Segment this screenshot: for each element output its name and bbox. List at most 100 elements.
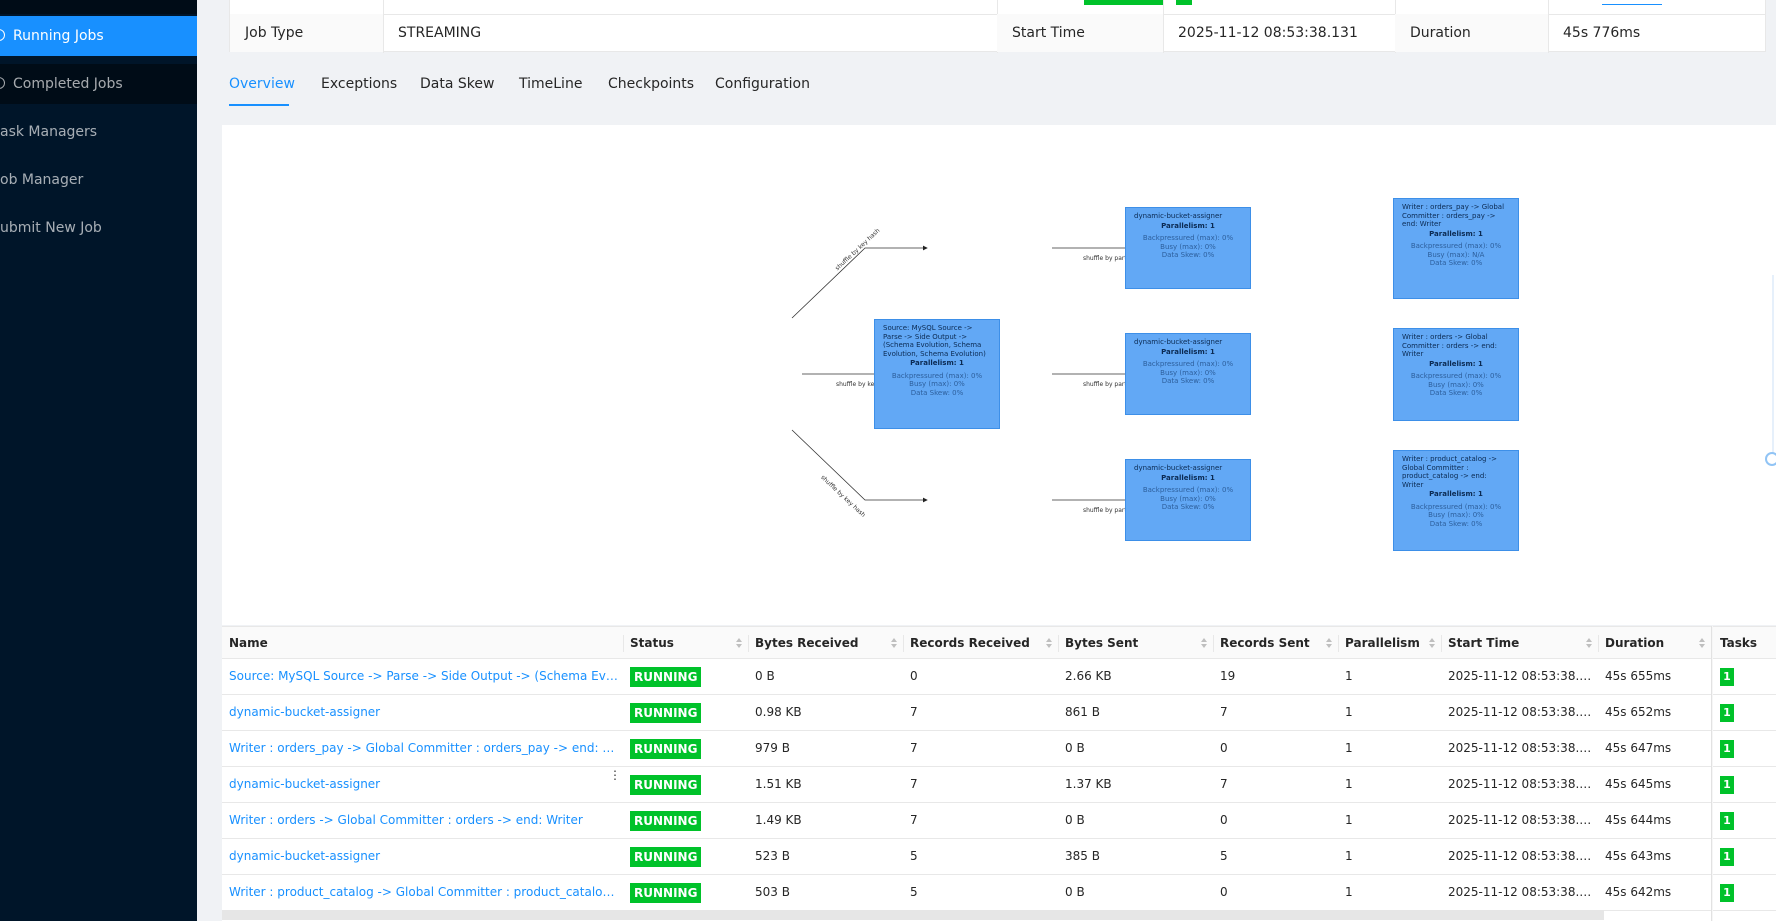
cell-records-sent: 19 xyxy=(1220,669,1236,683)
column-header-label: Records Sent xyxy=(1220,636,1310,650)
tab-overview[interactable]: Overview xyxy=(229,66,295,106)
cell-records-received: 5 xyxy=(910,849,918,863)
column-header-tasks[interactable]: Tasks xyxy=(1713,627,1776,660)
tab-checkpoints[interactable]: Checkpoints xyxy=(608,66,694,106)
node-title: Source: MySQL Source -> Parse -> Side Ou… xyxy=(883,324,986,358)
cell-records-received: 0 xyxy=(910,669,918,683)
cell-duration: 45s 652ms xyxy=(1605,705,1672,719)
node-title: Writer : orders -> Global Committer : or… xyxy=(1402,333,1497,358)
task-count-badge[interactable]: 1 xyxy=(1720,667,1734,686)
node-parallelism: Parallelism: 1 xyxy=(1161,347,1215,356)
column-header-records-received[interactable]: Records Received xyxy=(903,627,1058,660)
table-row[interactable]: Writer : orders -> Global Committer : or… xyxy=(222,803,1776,839)
sort-icon[interactable] xyxy=(736,638,742,648)
zoom-slider-track[interactable] xyxy=(1772,275,1774,465)
table-row[interactable]: Writer : product_catalog -> Global Commi… xyxy=(222,875,1776,911)
sidebar-item-job-manager[interactable]: ob Manager xyxy=(0,160,197,200)
node-stat-backpressure: Backpressured (max): 0% xyxy=(891,371,983,380)
duration-value: 45s 776ms xyxy=(1563,25,1641,41)
task-count-badge[interactable]: 1 xyxy=(1720,739,1734,758)
tab-exceptions[interactable]: Exceptions xyxy=(321,66,397,106)
table-row[interactable]: dynamic-bucket-assigner RUNNING 0.98 KB 7 86… xyxy=(222,695,1776,731)
node-stat-busy: Busy (max): 0% xyxy=(1160,242,1216,251)
divider xyxy=(623,635,624,652)
fixed-column-shadow xyxy=(1711,626,1713,921)
table-row[interactable]: dynamic-bucket-assigner RUNNING 1.51 KB 7 1.… xyxy=(222,767,1776,803)
graph-node-writer-orders[interactable]: Writer : orders -> Global Committer : or… xyxy=(1393,328,1519,421)
cell-parallelism: 1 xyxy=(1345,849,1353,863)
graph-node-source[interactable]: Source: MySQL Source -> Parse -> Side Ou… xyxy=(874,319,1000,429)
task-count-badge[interactable]: 1 xyxy=(1720,811,1734,830)
table-row[interactable]: Source: MySQL Source -> Parse -> Side Ou… xyxy=(222,659,1776,695)
cell-name[interactable]: Writer : product_catalog -> Global Commi… xyxy=(222,875,622,910)
graph-node-assigner-1[interactable]: dynamic-bucket-assigner Parallelism: 1 B… xyxy=(1125,207,1251,289)
table-row[interactable]: Writer : orders_pay -> Global Committer … xyxy=(222,731,1776,767)
node-stat-busy: Busy (max): 0% xyxy=(1428,511,1484,519)
sidebar-item-submit-new-job[interactable]: ubmit New Job xyxy=(0,208,197,248)
column-header-records-sent[interactable]: Records Sent xyxy=(1213,627,1338,660)
task-count-badge[interactable]: 1 xyxy=(1720,775,1734,794)
node-stat-data-skew: Data Skew: 0% xyxy=(1161,251,1215,259)
task-count-badge[interactable]: 1 xyxy=(1720,703,1734,722)
cell-parallelism: 1 xyxy=(1345,777,1353,791)
column-header-bytes-received[interactable]: Bytes Received xyxy=(748,627,903,660)
sort-icon[interactable] xyxy=(1201,638,1207,648)
divider xyxy=(1058,635,1059,652)
column-header-duration[interactable]: Duration xyxy=(1598,627,1711,660)
node-stat-data-skew: Data Skew: 0% xyxy=(910,388,964,397)
cell-name[interactable]: Writer : orders_pay -> Global Committer … xyxy=(222,731,622,766)
graph-node-assigner-2[interactable]: dynamic-bucket-assigner Parallelism: 1 B… xyxy=(1125,333,1251,415)
graph-node-writer-product-catalog[interactable]: Writer : product_catalog -> Global Commi… xyxy=(1393,450,1519,551)
cell-records-sent: 7 xyxy=(1220,777,1228,791)
column-header-bytes-sent[interactable]: Bytes Sent xyxy=(1058,627,1213,660)
node-stat-busy: Busy (max): N/A xyxy=(1427,250,1485,259)
tab-configuration[interactable]: Configuration xyxy=(715,66,810,106)
sort-icon[interactable] xyxy=(1586,638,1592,648)
cell-name[interactable]: dynamic-bucket-assigner xyxy=(222,839,622,874)
sidebar-item-completed-jobs[interactable]: Completed Jobs xyxy=(0,64,197,104)
column-resize-handle[interactable]: ⋮ xyxy=(609,768,621,782)
cell-bytes-sent: 861 B xyxy=(1065,705,1100,719)
sort-icon[interactable] xyxy=(1046,638,1052,648)
column-header-start-time[interactable]: Start Time xyxy=(1441,627,1598,660)
sort-icon[interactable] xyxy=(1699,638,1705,648)
cell-duration: 45s 645ms xyxy=(1605,777,1672,791)
task-count-badge[interactable]: 1 xyxy=(1720,847,1734,866)
cell-status: RUNNING xyxy=(623,875,748,910)
sidebar-item-task-managers[interactable]: ask Managers xyxy=(0,112,197,152)
horizontal-scrollbar[interactable] xyxy=(222,910,1604,920)
cell-records-sent: 7 xyxy=(1220,705,1228,719)
job-graph-canvas[interactable]: shuffle by key hash shuffle by key hash … xyxy=(222,125,1776,625)
cell-name[interactable]: dynamic-bucket-assigner xyxy=(222,767,622,802)
task-count-badge[interactable]: 1 xyxy=(1720,883,1734,902)
sort-icon[interactable] xyxy=(891,638,897,648)
cell-name[interactable]: Writer : orders -> Global Committer : or… xyxy=(222,803,622,838)
status-badge: RUNNING xyxy=(630,738,702,759)
cell-status: RUNNING xyxy=(623,695,748,730)
divider xyxy=(903,635,904,652)
cell-name[interactable]: Source: MySQL Source -> Parse -> Side Ou… xyxy=(222,659,622,694)
column-header-name[interactable]: Name xyxy=(222,627,622,660)
divider xyxy=(1598,635,1599,652)
sort-icon[interactable] xyxy=(1429,638,1435,648)
column-header-parallelism[interactable]: Parallelism xyxy=(1338,627,1441,660)
table-row[interactable]: dynamic-bucket-assigner RUNNING 523 B 5 385 … xyxy=(222,839,1776,875)
column-header-status[interactable]: Status xyxy=(623,627,748,660)
sidebar-item-running-jobs[interactable]: Running Jobs xyxy=(0,16,197,56)
column-header-label: Tasks xyxy=(1720,636,1758,650)
link-clipped[interactable] xyxy=(1602,0,1662,5)
tab-data-skew[interactable]: Data Skew xyxy=(420,66,494,106)
graph-node-assigner-3[interactable]: dynamic-bucket-assigner Parallelism: 1 B… xyxy=(1125,459,1251,541)
zoom-slider-handle[interactable] xyxy=(1765,452,1776,466)
status-badge: RUNNING xyxy=(630,846,702,867)
node-stats: Backpressured (max): 0% Busy (max): N/A … xyxy=(1402,242,1510,268)
node-parallelism: Parallelism: 1 xyxy=(1429,229,1483,238)
graph-node-writer-orders-pay[interactable]: Writer : orders_pay -> Global Committer … xyxy=(1393,198,1519,299)
cell-bytes-received: 0 B xyxy=(755,669,775,683)
sort-icon[interactable] xyxy=(1326,638,1332,648)
cell-start-time: 2025-11-12 08:53:38.252 xyxy=(1448,669,1598,683)
cell-parallelism: 1 xyxy=(1345,885,1353,899)
node-stat-backpressure: Backpressured (max): 0% xyxy=(1142,486,1234,494)
cell-name[interactable]: dynamic-bucket-assigner xyxy=(222,695,622,730)
tab-timeline[interactable]: TimeLine xyxy=(519,66,582,106)
